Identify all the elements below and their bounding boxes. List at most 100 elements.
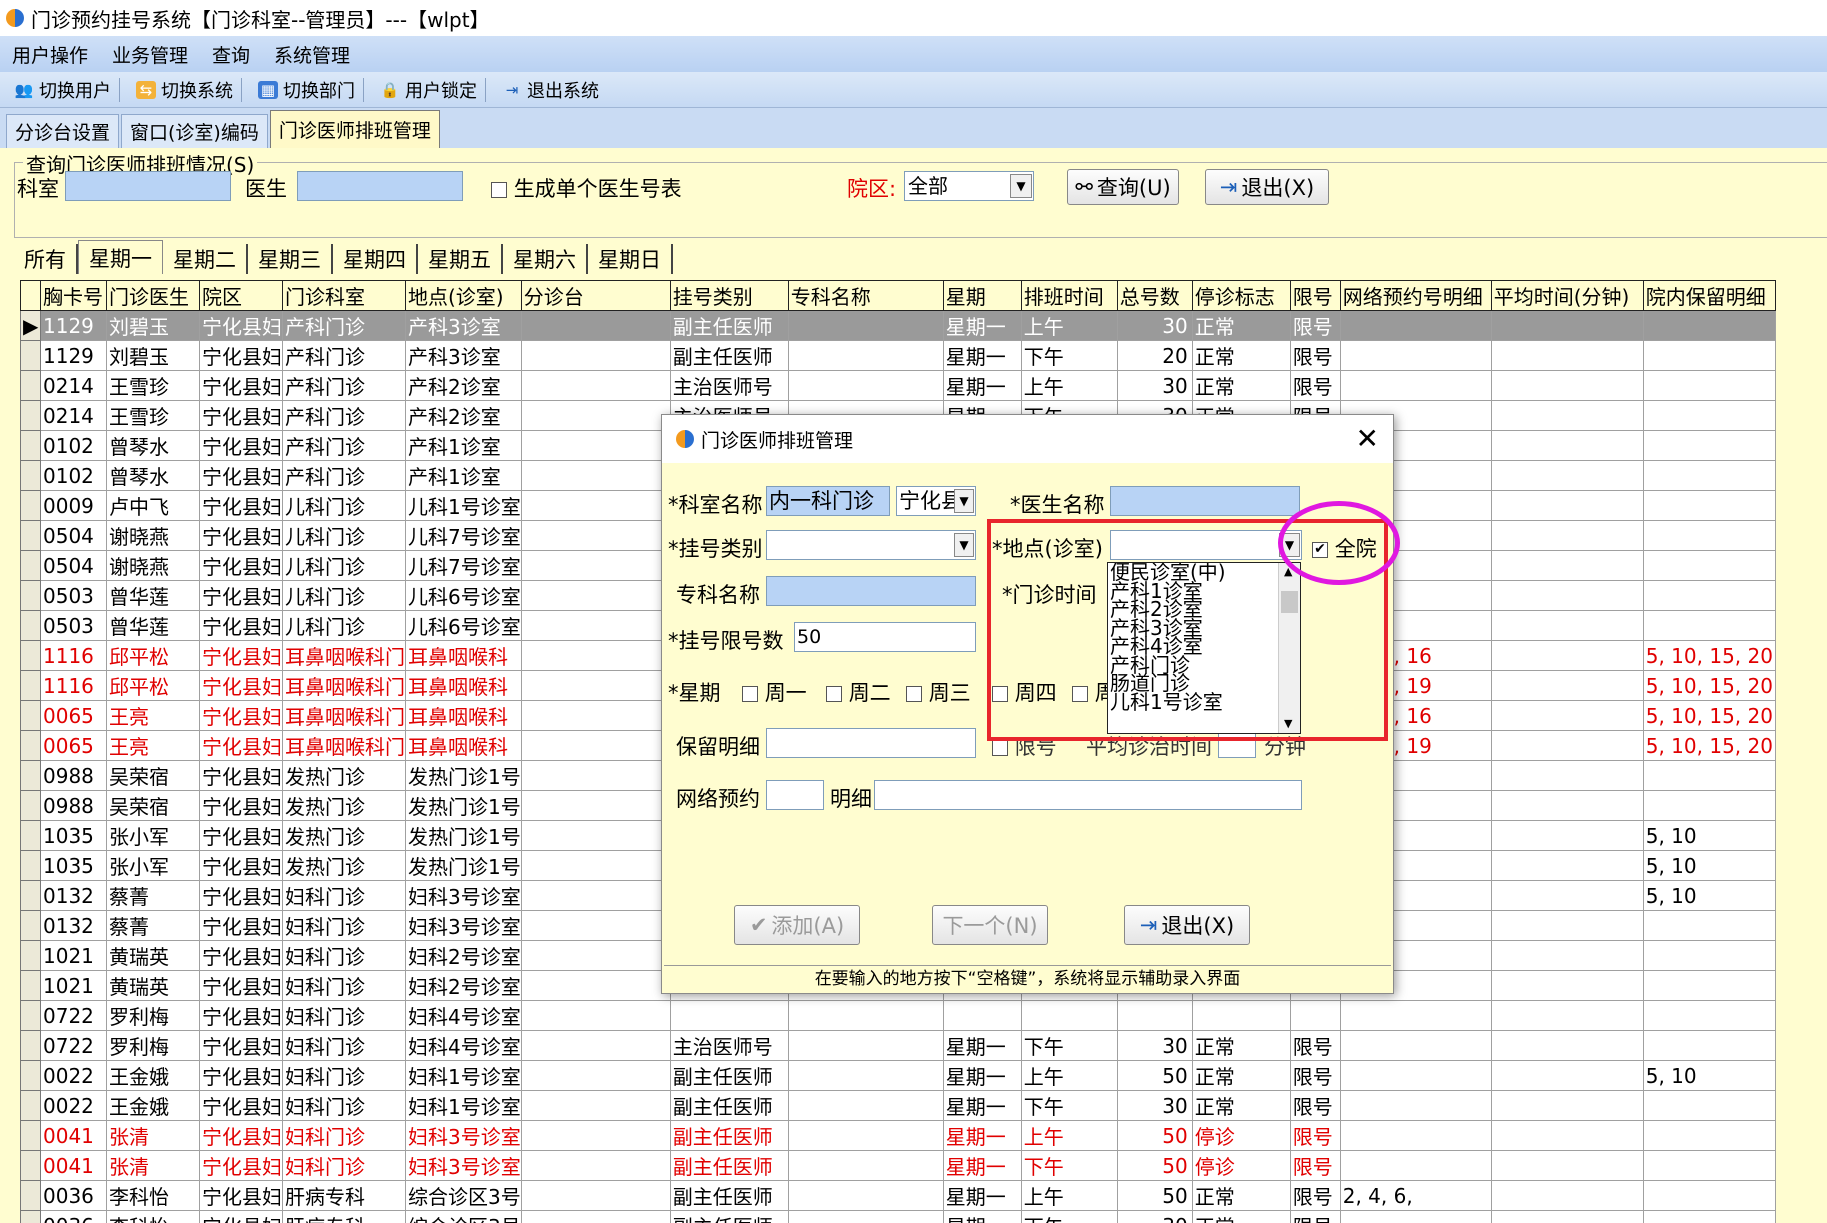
table-cell[interactable]: 1035 [40, 850, 107, 881]
single-doctor-checkbox[interactable]: 生成单个医生号表 [491, 173, 682, 203]
table-cell[interactable]: 吴荣宿 [106, 760, 200, 791]
table-cell[interactable]: 宁化县妇 [199, 1000, 283, 1031]
table-cell[interactable]: 1129 [40, 340, 107, 371]
table-cell[interactable] [787, 370, 944, 401]
table-cell[interactable]: 0102 [40, 430, 107, 461]
table-cell[interactable]: 妇科门诊 [282, 970, 406, 1001]
week-wednesday-box[interactable] [906, 686, 922, 702]
dialog-reserve-input[interactable] [766, 728, 976, 758]
table-cell[interactable] [1490, 430, 1644, 461]
table-cell[interactable] [520, 1150, 671, 1181]
table-cell[interactable] [520, 520, 671, 551]
dialog-exit-button[interactable]: ⇥ 退出(X) [1124, 905, 1250, 945]
day-tab-tuesday[interactable]: 星期二 [163, 244, 248, 274]
table-cell[interactable]: 妇科3号诊室 [405, 1120, 522, 1151]
table-cell[interactable]: 曾琴水 [106, 430, 200, 461]
table-cell[interactable] [1339, 1210, 1492, 1223]
table-cell[interactable]: 妇科门诊 [282, 1060, 406, 1091]
dialog-net-booking-input[interactable] [766, 780, 824, 810]
row-indicator[interactable] [20, 790, 41, 821]
table-cell[interactable]: 张清 [106, 1120, 200, 1151]
table-cell[interactable] [1490, 1180, 1644, 1211]
table-cell[interactable]: 发热门诊 [282, 820, 406, 851]
table-cell[interactable] [1490, 1150, 1644, 1181]
table-cell[interactable]: 限号 [1289, 1060, 1341, 1091]
table-cell[interactable]: 30 [1116, 1030, 1193, 1061]
table-cell[interactable] [1642, 760, 1776, 791]
table-cell[interactable]: 儿科门诊 [282, 580, 406, 611]
table-cell[interactable] [520, 1180, 671, 1211]
table-cell[interactable] [520, 1120, 671, 1151]
table-cell[interactable] [1490, 970, 1644, 1001]
table-cell[interactable]: 妇科门诊 [282, 1150, 406, 1181]
table-cell[interactable]: 星期一 [942, 370, 1022, 401]
dialog-limit-box[interactable] [992, 740, 1008, 756]
table-cell[interactable]: 宁化县妇 [199, 790, 283, 821]
table-cell[interactable]: 儿科1号诊室 [405, 490, 522, 521]
table-cell[interactable] [1642, 1090, 1776, 1121]
table-cell[interactable]: 0036 [40, 1180, 107, 1211]
table-cell[interactable] [1490, 700, 1644, 731]
table-cell[interactable]: 1129 [40, 310, 107, 341]
table-cell[interactable]: 50 [1116, 1120, 1193, 1151]
table-cell[interactable] [520, 1210, 671, 1223]
table-cell[interactable]: 星期一 [942, 1060, 1022, 1091]
table-cell[interactable]: 0132 [40, 910, 107, 941]
table-cell[interactable]: 下午 [1020, 340, 1118, 371]
table-cell[interactable] [520, 820, 671, 851]
table-cell[interactable] [1490, 760, 1644, 791]
day-tab-sunday[interactable]: 星期日 [588, 244, 673, 274]
table-cell[interactable] [1642, 940, 1776, 971]
table-cell[interactable] [1642, 1030, 1776, 1061]
table-cell[interactable]: 0132 [40, 880, 107, 911]
table-row[interactable]: 0022 王金娥 宁化县妇 妇科门诊 妇科1号诊室 副主任医师 星期一 上午 50 正常 限号 5, … [20, 1060, 1776, 1091]
table-cell[interactable] [520, 490, 671, 521]
table-cell[interactable]: 妇科1号诊室 [405, 1090, 522, 1121]
table-cell[interactable]: 50 [1116, 1180, 1193, 1211]
table-cell[interactable]: 王金娥 [106, 1060, 200, 1091]
table-cell[interactable]: 30 [1116, 1210, 1193, 1223]
dialog-detail-input[interactable] [874, 780, 1302, 810]
table-cell[interactable]: 谢晓燕 [106, 550, 200, 581]
table-cell[interactable] [1642, 520, 1776, 551]
table-cell[interactable]: 王金娥 [106, 1090, 200, 1121]
row-indicator[interactable] [20, 1150, 41, 1181]
table-row[interactable]: 0041 张清 宁化县妇 妇科门诊 妇科3号诊室 副主任医师 星期一 上午 50 停诊 限号 [20, 1120, 1776, 1151]
table-cell[interactable]: 限号 [1289, 370, 1341, 401]
table-cell[interactable] [1642, 460, 1776, 491]
table-cell[interactable]: 邱平松 [106, 640, 200, 671]
row-indicator[interactable] [20, 730, 41, 761]
table-cell[interactable]: 0102 [40, 460, 107, 491]
table-cell[interactable]: 5, 10 [1642, 880, 1776, 911]
table-cell[interactable]: 耳鼻咽喉科门 [282, 730, 406, 761]
table-cell[interactable]: 曾华莲 [106, 610, 200, 641]
table-cell[interactable]: 蔡菁 [106, 910, 200, 941]
column-header[interactable]: 停诊标志 [1191, 280, 1291, 311]
table-row[interactable]: 0041 张清 宁化县妇 妇科门诊 妇科3号诊室 副主任医师 星期一 下午 50 停诊 限号 [20, 1150, 1776, 1181]
table-cell[interactable] [1339, 1120, 1492, 1151]
table-cell[interactable] [1642, 310, 1776, 341]
table-cell[interactable] [1339, 1150, 1492, 1181]
table-cell[interactable]: 黄瑞英 [106, 970, 200, 1001]
table-cell[interactable]: 上午 [1020, 1180, 1118, 1211]
table-cell[interactable]: 副主任医师 [669, 1150, 789, 1181]
table-cell[interactable]: 产科1诊室 [405, 460, 522, 491]
table-cell[interactable]: 上午 [1020, 370, 1118, 401]
table-cell[interactable]: 0036 [40, 1210, 107, 1223]
table-cell[interactable]: 儿科6号诊室 [405, 610, 522, 641]
table-cell[interactable]: 宁化县妇 [199, 400, 283, 431]
table-cell[interactable]: 5, 10, 15, 20 [1642, 670, 1776, 701]
table-cell[interactable] [520, 700, 671, 731]
table-cell[interactable]: 宁化县妇 [199, 460, 283, 491]
table-cell[interactable]: 宁化县妇 [199, 1120, 283, 1151]
exit-query-button[interactable]: ⇥ 退出(X) [1205, 169, 1329, 205]
table-cell[interactable]: 副主任医师 [669, 310, 789, 341]
table-cell[interactable]: 发热门诊1号 [405, 820, 522, 851]
table-cell[interactable]: 0065 [40, 700, 107, 731]
table-cell[interactable]: 王亮 [106, 730, 200, 761]
week-wednesday-checkbox[interactable]: 周三 [906, 677, 971, 707]
table-cell[interactable] [520, 1090, 671, 1121]
table-cell[interactable]: 产科门诊 [282, 430, 406, 461]
table-cell[interactable]: 妇科2号诊室 [405, 940, 522, 971]
table-cell[interactable]: 上午 [1020, 1120, 1118, 1151]
